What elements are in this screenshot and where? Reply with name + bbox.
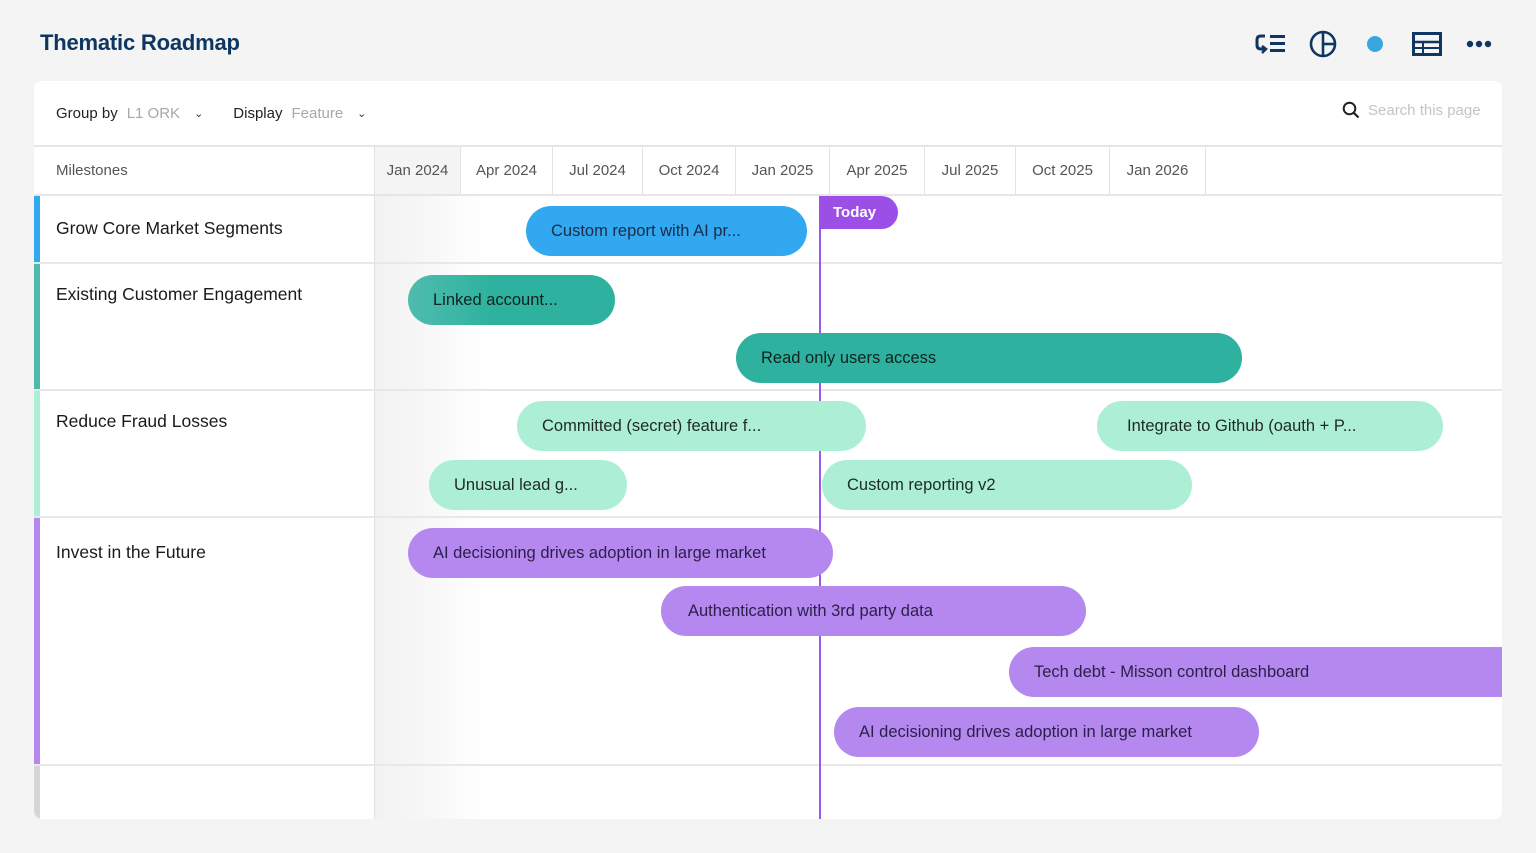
- group-row-reduce-fraud[interactable]: Reduce Fraud Losses: [34, 391, 375, 518]
- month-header: Jul 2025: [925, 147, 1016, 194]
- top-toolbar: [1236, 28, 1496, 60]
- feature-bar[interactable]: Custom reporting v2: [822, 460, 1192, 510]
- month-header: Oct 2025: [1016, 147, 1110, 194]
- timeline-header: Jan 2024 Apr 2024 Jul 2024 Oct 2024 Jan …: [375, 147, 1502, 196]
- feature-label: Custom reporting v2: [847, 475, 996, 494]
- group-color-bar: [34, 518, 40, 764]
- swimlane-list-icon[interactable]: [1254, 28, 1288, 60]
- filter-toolbar: Group by L1 ORK ⌄ Display Feature ⌄: [34, 81, 1502, 145]
- month-header: Jan 2026: [1110, 147, 1206, 194]
- month-header: Oct 2024: [643, 147, 736, 194]
- feature-label: Authentication with 3rd party data: [688, 601, 933, 620]
- milestones-column: Milestones Grow Core Market Segments Exi…: [34, 147, 375, 819]
- feature-bar[interactable]: Committed (secret) feature f...: [517, 401, 866, 451]
- milestones-header: Milestones: [34, 147, 374, 196]
- group-color-bar: [34, 391, 40, 516]
- chevron-down-icon: ⌄: [357, 107, 367, 120]
- today-line: [819, 196, 821, 819]
- search-icon: [1342, 101, 1360, 119]
- row-divider: [375, 764, 1502, 766]
- feature-label: Unusual lead g...: [454, 475, 578, 494]
- feature-label: Custom report with AI pr...: [551, 221, 741, 240]
- pie-chart-icon[interactable]: [1306, 28, 1340, 60]
- feature-label: Integrate to Github (oauth + P...: [1127, 416, 1357, 435]
- group-row-existing-customer[interactable]: Existing Customer Engagement: [34, 264, 375, 391]
- row-divider: [375, 389, 1502, 391]
- feature-label: Linked account...: [433, 290, 558, 309]
- month-header: Jan 2025: [736, 147, 830, 194]
- month-header: Jul 2024: [553, 147, 643, 194]
- group-by-dropdown[interactable]: Group by L1 ORK ⌄: [56, 105, 203, 122]
- more-options-icon[interactable]: [1462, 28, 1496, 60]
- month-header: Apr 2025: [830, 147, 925, 194]
- status-dot-icon[interactable]: [1358, 28, 1392, 60]
- group-row-grow-core[interactable]: Grow Core Market Segments: [34, 196, 375, 264]
- display-dropdown[interactable]: Display Feature ⌄: [233, 105, 366, 122]
- search-input[interactable]: [1368, 101, 1480, 119]
- feature-bar[interactable]: AI decisioning drives adoption in large …: [834, 707, 1259, 757]
- group-by-label: Group by: [56, 104, 118, 122]
- empty-group-bar: [34, 766, 40, 819]
- feature-bar[interactable]: Integrate to Github (oauth + P...: [1097, 401, 1443, 451]
- group-name: Grow Core Market Segments: [56, 218, 283, 238]
- feature-label: AI decisioning drives adoption in large …: [859, 722, 1192, 741]
- feature-bar[interactable]: Unusual lead g...: [429, 460, 627, 510]
- feature-bar[interactable]: Linked account...: [408, 275, 615, 325]
- feature-label: Tech debt - Misson control dashboard: [1034, 662, 1310, 681]
- feature-bar[interactable]: Tech debt - Misson control dashboard: [1009, 647, 1502, 697]
- group-color-bar: [34, 196, 40, 262]
- month-header: Apr 2024: [461, 147, 553, 194]
- group-name: Invest in the Future: [56, 542, 206, 562]
- feature-bar[interactable]: Custom report with AI pr...: [526, 206, 807, 256]
- chevron-down-icon: ⌄: [194, 107, 204, 120]
- layout-table-icon[interactable]: [1410, 28, 1444, 60]
- feature-label: Committed (secret) feature f...: [542, 416, 762, 435]
- group-by-value: L1 ORK: [126, 104, 181, 122]
- roadmap-panel: Group by L1 ORK ⌄ Display Feature ⌄ Mile…: [34, 81, 1502, 819]
- page-title: Thematic Roadmap: [40, 30, 240, 55]
- group-name: Existing Customer Engagement: [56, 284, 303, 304]
- feature-label: Read only users access: [761, 348, 937, 367]
- row-divider: [375, 516, 1502, 518]
- row-divider: [375, 262, 1502, 264]
- feature-bar[interactable]: Read only users access: [736, 333, 1242, 383]
- roadmap-grid: Milestones Grow Core Market Segments Exi…: [34, 145, 1502, 819]
- timeline: Jan 2024 Apr 2024 Jul 2024 Oct 2024 Jan …: [375, 147, 1502, 819]
- group-color-bar: [34, 264, 40, 389]
- display-value: Feature: [291, 104, 344, 122]
- feature-label: AI decisioning drives adoption in large …: [433, 543, 766, 562]
- display-label: Display: [233, 104, 283, 122]
- month-header: Jan 2024: [375, 147, 461, 194]
- search-box: [1342, 101, 1480, 119]
- feature-bar[interactable]: AI decisioning drives adoption in large …: [408, 528, 833, 578]
- group-row-invest-future[interactable]: Invest in the Future: [34, 518, 375, 766]
- today-marker: Today: [819, 196, 899, 229]
- group-name: Reduce Fraud Losses: [56, 411, 228, 431]
- feature-bar[interactable]: Authentication with 3rd party data: [661, 586, 1086, 636]
